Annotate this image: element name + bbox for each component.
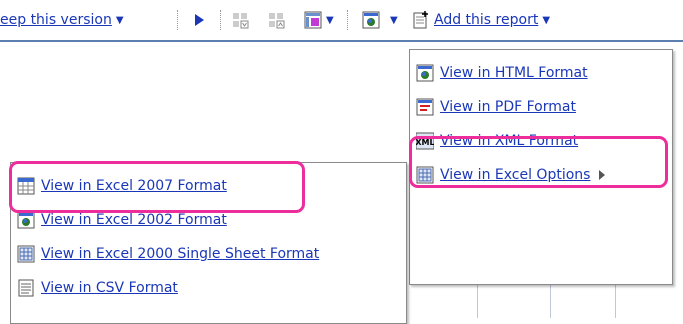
add-report-menu[interactable]: Add this report ▼ — [412, 0, 550, 40]
keep-version-menu[interactable]: eep this version ▼ — [0, 0, 124, 40]
excel-2000-icon — [17, 245, 35, 263]
highlight-excel-2007 — [9, 161, 305, 213]
report-format-icon — [362, 11, 380, 29]
html-format-icon — [416, 64, 434, 82]
toolbar: eep this version ▼ ▼ ▼ Add this report ▼ — [0, 0, 683, 40]
expand-button[interactable] — [232, 0, 250, 40]
chevron-down-icon[interactable]: ▼ — [326, 15, 334, 26]
toolbar-separator — [220, 10, 221, 30]
toolbar-separator — [347, 10, 348, 30]
menu-item-html[interactable]: View in HTML Format — [410, 56, 672, 90]
chevron-down-icon[interactable]: ▼ — [116, 15, 124, 26]
submenu-item-label[interactable]: View in Excel 2000 Single Sheet Format — [41, 246, 319, 262]
keep-version-link[interactable]: eep this version — [0, 12, 112, 28]
collapse-group-icon — [269, 13, 285, 29]
run-button[interactable] — [190, 0, 208, 40]
add-report-link[interactable]: Add this report — [434, 12, 538, 28]
pdf-format-icon — [416, 98, 434, 116]
csv-format-icon — [18, 279, 34, 297]
toolbar-separator — [177, 10, 178, 30]
view-format-menu[interactable]: ▼ — [362, 0, 398, 40]
add-report-icon — [413, 11, 428, 29]
chevron-down-icon[interactable]: ▼ — [390, 15, 398, 26]
report-table-background — [405, 282, 683, 318]
submenu-item-excel-2000[interactable]: View in Excel 2000 Single Sheet Format — [11, 237, 406, 271]
pivot-icon — [304, 11, 322, 29]
pivot-menu[interactable]: ▼ — [304, 0, 334, 40]
chevron-down-icon[interactable]: ▼ — [542, 15, 550, 26]
submenu-item-label[interactable]: View in Excel 2002 Format — [41, 212, 227, 228]
submenu-item-label[interactable]: View in CSV Format — [41, 280, 178, 296]
play-icon — [195, 14, 204, 26]
menu-item-pdf[interactable]: View in PDF Format — [410, 90, 672, 124]
highlight-excel-options — [409, 136, 668, 188]
collapse-button[interactable] — [268, 0, 286, 40]
expand-group-icon — [233, 13, 249, 29]
toolbar-border — [0, 40, 683, 42]
submenu-item-csv[interactable]: View in CSV Format — [11, 271, 406, 305]
menu-item-label[interactable]: View in HTML Format — [440, 65, 588, 81]
menu-item-label[interactable]: View in PDF Format — [440, 99, 576, 115]
excel-2002-icon — [17, 211, 35, 229]
